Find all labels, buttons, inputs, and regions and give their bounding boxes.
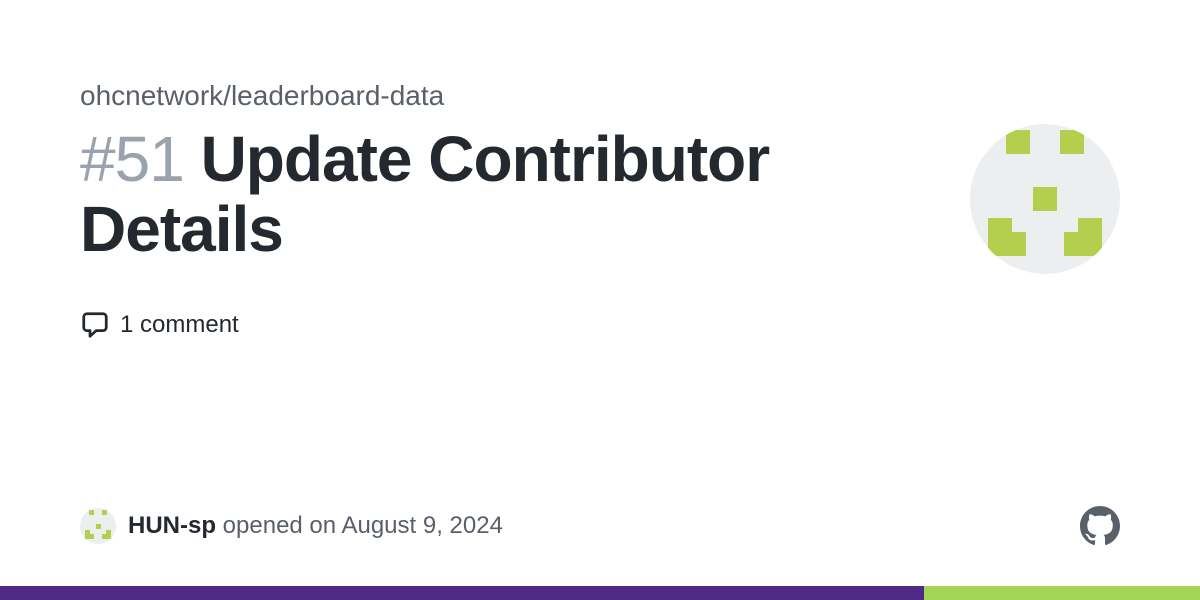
author-avatar-large [970, 124, 1120, 274]
opened-by: HUN-sp opened on August 9, 2024 [80, 508, 503, 544]
footer: HUN-sp opened on August 9, 2024 [80, 506, 1120, 546]
accent-bar-green [924, 586, 1200, 600]
og-card: ohcnetwork/leaderboard-data #51 Update C… [0, 0, 1200, 600]
github-logo-icon [1080, 506, 1120, 546]
comment-icon [80, 310, 110, 340]
opened-action: opened on [223, 512, 336, 539]
title-row: #51 Update Contributor Details [80, 124, 1120, 274]
issue-number: #51 [80, 123, 184, 195]
comments-count: 1 comment [120, 311, 239, 339]
accent-bar [0, 586, 1200, 600]
author-username: HUN-sp [128, 512, 216, 539]
issue-title-text: Update Contributor Details [80, 123, 769, 265]
author-avatar-small [80, 508, 116, 544]
opened-date: August 9, 2024 [341, 512, 502, 539]
accent-bar-purple [0, 586, 924, 600]
title-block: #51 Update Contributor Details [80, 124, 930, 265]
repo-path: ohcnetwork/leaderboard-data [80, 80, 1120, 112]
comments-row: 1 comment [80, 310, 1120, 340]
issue-title: #51 Update Contributor Details [80, 124, 930, 265]
